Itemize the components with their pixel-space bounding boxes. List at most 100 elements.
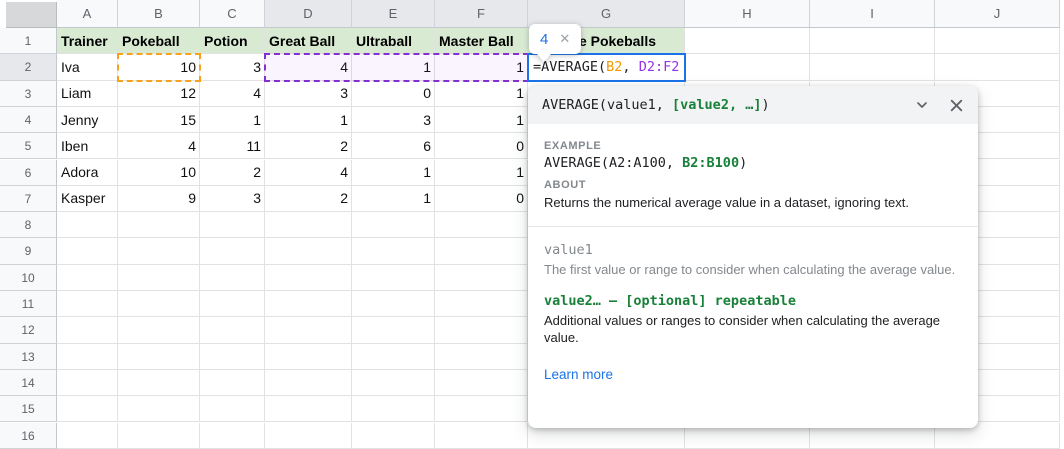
cell-C7[interactable]: 3	[200, 186, 265, 212]
cell-D2[interactable]: 4	[265, 54, 352, 80]
cell-F12[interactable]	[435, 317, 528, 343]
cell-B5[interactable]: 4	[118, 133, 200, 159]
cell-C8[interactable]	[200, 212, 265, 238]
cell-A2[interactable]: Iva	[57, 54, 118, 80]
cell-A9[interactable]	[57, 238, 118, 264]
cell-F13[interactable]	[435, 344, 528, 370]
column-header-I[interactable]: I	[810, 0, 935, 28]
cell-I1[interactable]	[810, 28, 935, 54]
cell-F15[interactable]	[435, 396, 528, 422]
cell-B16[interactable]	[118, 423, 200, 449]
cell-E15[interactable]	[352, 396, 435, 422]
row-header-7[interactable]: 7	[0, 186, 57, 212]
column-header-H[interactable]: H	[685, 0, 810, 28]
cell-E6[interactable]: 1	[352, 160, 435, 186]
row-header-8[interactable]: 8	[0, 212, 57, 238]
cell-A10[interactable]	[57, 265, 118, 291]
cell-C6[interactable]: 2	[200, 160, 265, 186]
row-header-2[interactable]: 2	[0, 54, 57, 80]
row-header-11[interactable]: 11	[0, 291, 57, 317]
cell-F3[interactable]: 1	[435, 81, 528, 107]
cell-F16[interactable]	[435, 423, 528, 449]
row-header-1[interactable]: 1	[0, 28, 57, 54]
cell-B7[interactable]: 9	[118, 186, 200, 212]
cell-C4[interactable]: 1	[200, 107, 265, 133]
cell-B6[interactable]: 10	[118, 160, 200, 186]
cell-A1[interactable]: Trainer	[57, 28, 118, 54]
cell-B9[interactable]	[118, 238, 200, 264]
cell-E3[interactable]: 0	[352, 81, 435, 107]
cell-D12[interactable]	[265, 317, 352, 343]
cell-D13[interactable]	[265, 344, 352, 370]
cell-C12[interactable]	[200, 317, 265, 343]
cell-F10[interactable]	[435, 265, 528, 291]
cell-C13[interactable]	[200, 344, 265, 370]
cell-D15[interactable]	[265, 396, 352, 422]
cell-B4[interactable]: 15	[118, 107, 200, 133]
cell-D6[interactable]: 4	[265, 160, 352, 186]
cell-B12[interactable]	[118, 317, 200, 343]
row-header-13[interactable]: 13	[0, 344, 57, 370]
cell-E16[interactable]	[352, 423, 435, 449]
column-header-J[interactable]: J	[935, 0, 1060, 28]
cell-F5[interactable]: 0	[435, 133, 528, 159]
cell-A11[interactable]	[57, 291, 118, 317]
cell-C16[interactable]	[200, 423, 265, 449]
cell-D11[interactable]	[265, 291, 352, 317]
cell-C3[interactable]: 4	[200, 81, 265, 107]
cell-A12[interactable]	[57, 317, 118, 343]
cell-F7[interactable]: 0	[435, 186, 528, 212]
row-header-16[interactable]: 16	[0, 423, 57, 449]
cell-D14[interactable]	[265, 370, 352, 396]
cell-E2[interactable]: 1	[352, 54, 435, 80]
cell-J1[interactable]	[935, 28, 1060, 54]
cell-D4[interactable]: 1	[265, 107, 352, 133]
cell-B1[interactable]: Pokeball	[118, 28, 200, 54]
cell-E12[interactable]	[352, 317, 435, 343]
cell-A13[interactable]	[57, 344, 118, 370]
cell-D5[interactable]: 2	[265, 133, 352, 159]
cell-F1[interactable]: Master Ball	[435, 28, 528, 54]
row-header-12[interactable]: 12	[0, 317, 57, 343]
cell-B13[interactable]	[118, 344, 200, 370]
row-header-5[interactable]: 5	[0, 133, 57, 159]
cell-B15[interactable]	[118, 396, 200, 422]
cell-F8[interactable]	[435, 212, 528, 238]
row-header-3[interactable]: 3	[0, 81, 57, 107]
cell-F9[interactable]	[435, 238, 528, 264]
cell-D8[interactable]	[265, 212, 352, 238]
cell-I2[interactable]	[810, 54, 935, 80]
cell-D1[interactable]: Great Ball	[265, 28, 352, 54]
cell-E8[interactable]	[352, 212, 435, 238]
column-header-E[interactable]: E	[352, 0, 435, 28]
cell-A6[interactable]: Adora	[57, 160, 118, 186]
cell-A3[interactable]: Liam	[57, 81, 118, 107]
cell-A16[interactable]	[57, 423, 118, 449]
cell-A15[interactable]	[57, 396, 118, 422]
learn-more-link[interactable]: Learn more	[544, 367, 613, 382]
cell-D10[interactable]	[265, 265, 352, 291]
cell-E4[interactable]: 3	[352, 107, 435, 133]
cell-C15[interactable]	[200, 396, 265, 422]
cell-D9[interactable]	[265, 238, 352, 264]
cell-B14[interactable]	[118, 370, 200, 396]
cell-B2[interactable]: 10	[118, 54, 200, 80]
cell-B8[interactable]	[118, 212, 200, 238]
cell-E14[interactable]	[352, 370, 435, 396]
row-header-15[interactable]: 15	[0, 396, 57, 422]
cell-C5[interactable]: 11	[200, 133, 265, 159]
cell-H2[interactable]	[685, 54, 810, 80]
row-header-9[interactable]: 9	[0, 238, 57, 264]
cell-A5[interactable]: Iben	[57, 133, 118, 159]
cell-D3[interactable]: 3	[265, 81, 352, 107]
cell-A14[interactable]	[57, 370, 118, 396]
cell-C10[interactable]	[200, 265, 265, 291]
cell-F11[interactable]	[435, 291, 528, 317]
cell-B10[interactable]	[118, 265, 200, 291]
select-all-corner[interactable]	[6, 2, 57, 28]
cell-E10[interactable]	[352, 265, 435, 291]
cell-C2[interactable]: 3	[200, 54, 265, 80]
cell-D16[interactable]	[265, 423, 352, 449]
row-header-10[interactable]: 10	[0, 265, 57, 291]
column-header-F[interactable]: F	[435, 0, 528, 28]
